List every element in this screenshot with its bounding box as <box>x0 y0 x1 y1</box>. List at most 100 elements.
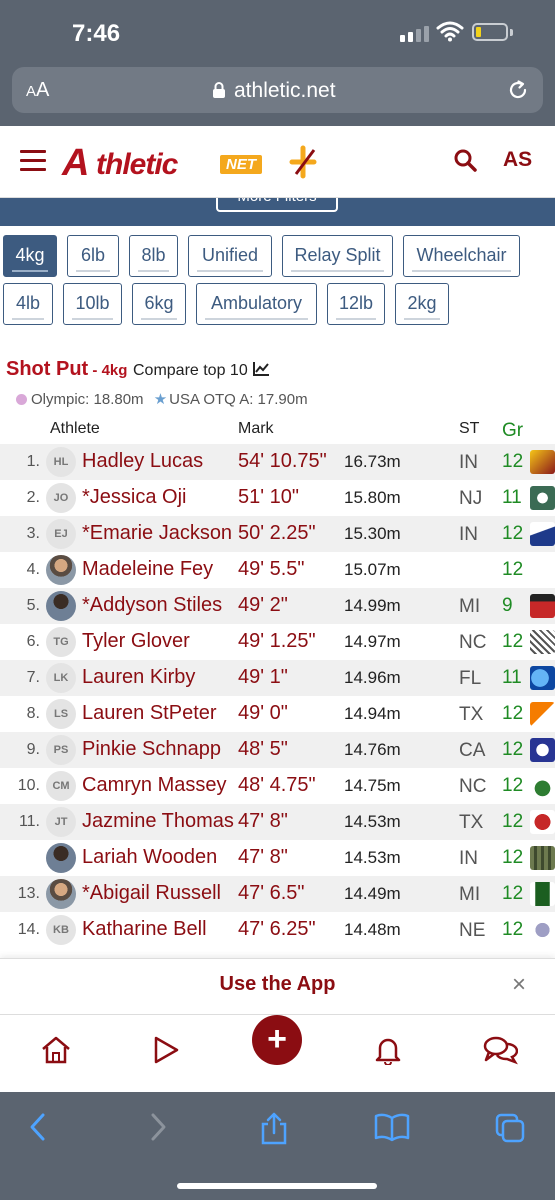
avatar[interactable]: LS <box>46 699 76 729</box>
tabs-icon[interactable] <box>494 1112 526 1144</box>
table-row[interactable]: 1. HL Hadley Lucas 54' 10.75" 16.73m IN … <box>0 444 555 480</box>
mark-link[interactable]: 49' 1.25" <box>238 630 316 653</box>
mark-link[interactable]: 49' 1" <box>238 666 288 689</box>
avatar[interactable]: CM <box>46 771 76 801</box>
mark-link[interactable]: 54' 10.75" <box>238 450 327 473</box>
back-arrow-icon[interactable] <box>28 1112 48 1142</box>
athlete-name-link[interactable]: Lariah Wooden <box>82 846 234 869</box>
school-logo-icon[interactable] <box>530 630 555 654</box>
athlete-name-link[interactable]: Tyler Glover <box>82 630 234 653</box>
filter-chip-10lb[interactable]: 10lb <box>63 283 122 325</box>
filter-chip-2kg[interactable]: 2kg <box>395 283 449 325</box>
athlete-name-link[interactable]: Madeleine Fey <box>82 558 234 581</box>
athlete-name-link[interactable]: Camryn Massey <box>82 774 234 797</box>
avatar[interactable]: EJ <box>46 519 76 549</box>
col-st[interactable]: ST <box>459 420 479 438</box>
reader-text-size-button[interactable]: AA <box>26 79 49 102</box>
forward-arrow-icon[interactable] <box>148 1112 168 1142</box>
mark-link[interactable]: 47' 8" <box>238 846 288 869</box>
filter-chip-6kg[interactable]: 6kg <box>132 283 186 325</box>
table-row[interactable]: 13. *Abigail Russell 47' 6.5" 14.49m MI … <box>0 876 555 912</box>
add-button[interactable]: + <box>252 1015 302 1065</box>
mark-link[interactable]: 49' 5.5" <box>238 558 305 581</box>
mark-link[interactable]: 49' 0" <box>238 702 288 725</box>
avatar[interactable]: JO <box>46 483 76 513</box>
athlete-name-link[interactable]: *Jessica Oji <box>82 486 234 509</box>
reload-icon[interactable] <box>507 79 529 101</box>
filter-chip-relay-split[interactable]: Relay Split <box>282 235 393 277</box>
athlete-name-link[interactable]: Lauren StPeter <box>82 702 234 725</box>
mark-link[interactable]: 47' 8" <box>238 810 288 833</box>
athlete-name-link[interactable]: *Emarie Jackson <box>82 522 234 545</box>
school-logo-icon[interactable] <box>530 594 555 618</box>
filter-chip-ambulatory[interactable]: Ambulatory <box>196 283 317 325</box>
school-logo-icon[interactable] <box>530 810 555 834</box>
school-logo-icon[interactable] <box>530 774 555 798</box>
school-logo-icon[interactable] <box>530 666 555 690</box>
account-button[interactable]: AS <box>503 148 532 172</box>
chat-icon[interactable] <box>482 1035 518 1065</box>
school-logo-icon[interactable] <box>530 486 555 510</box>
athlete-name-link[interactable]: Hadley Lucas <box>82 450 234 473</box>
table-row[interactable]: 2. JO *Jessica Oji 51' 10" 15.80m NJ 11 <box>0 480 555 516</box>
mark-link[interactable]: 47' 6.25" <box>238 918 316 941</box>
mark-link[interactable]: 48' 4.75" <box>238 774 316 797</box>
athlete-name-link[interactable]: *Abigail Russell <box>82 882 234 905</box>
athlete-name-link[interactable]: Lauren Kirby <box>82 666 234 689</box>
table-row[interactable]: 10. CM Camryn Massey 48' 4.75" 14.75m NC… <box>0 768 555 804</box>
more-filters-button[interactable]: More Filters <box>216 198 338 212</box>
compare-top-10-link[interactable]: Compare top 10 <box>133 362 270 379</box>
school-logo-icon[interactable] <box>530 882 555 906</box>
col-athlete[interactable]: Athlete <box>50 420 100 438</box>
table-row[interactable]: 14. KB Katharine Bell 47' 6.25" 14.48m N… <box>0 912 555 948</box>
address-bar[interactable]: AA athletic.net <box>12 67 543 113</box>
avatar[interactable] <box>46 555 76 585</box>
mark-link[interactable]: 47' 6.5" <box>238 882 305 905</box>
avatar[interactable]: KB <box>46 915 76 945</box>
table-row[interactable]: Lariah Wooden 47' 8" 14.53m IN 12 <box>0 840 555 876</box>
table-row[interactable]: 3. EJ *Emarie Jackson 50' 2.25" 15.30m I… <box>0 516 555 552</box>
avatar[interactable] <box>46 843 76 873</box>
table-row[interactable]: 5. *Addyson Stiles 49' 2" 14.99m MI 9 <box>0 588 555 624</box>
share-icon[interactable] <box>259 1112 289 1146</box>
close-icon[interactable]: × <box>512 971 526 999</box>
col-mark[interactable]: Mark <box>238 420 274 438</box>
avatar[interactable] <box>46 591 76 621</box>
use-the-app-banner[interactable]: Use the App × <box>0 958 555 1014</box>
school-logo-icon[interactable] <box>530 918 555 942</box>
athlete-name-link[interactable]: Jazmine Thomas <box>82 810 234 833</box>
search-icon[interactable] <box>453 148 477 172</box>
school-logo-icon[interactable] <box>530 702 555 726</box>
hamburger-menu-icon[interactable] <box>20 150 46 177</box>
filter-chip-unified[interactable]: Unified <box>188 235 272 277</box>
mark-link[interactable]: 51' 10" <box>238 486 299 509</box>
avatar[interactable]: LK <box>46 663 76 693</box>
filter-chip-12lb[interactable]: 12lb <box>327 283 385 325</box>
bookmarks-icon[interactable] <box>374 1112 410 1142</box>
filter-chip-4kg[interactable]: 4kg <box>3 235 57 277</box>
avatar[interactable]: TG <box>46 627 76 657</box>
filter-chip-wheelchair[interactable]: Wheelchair <box>403 235 520 277</box>
athlete-name-link[interactable]: Katharine Bell <box>82 918 234 941</box>
use-the-app-link[interactable]: Use the App <box>0 973 555 996</box>
table-row[interactable]: 8. LS Lauren StPeter 49' 0" 14.94m TX 12 <box>0 696 555 732</box>
mark-link[interactable]: 48' 5" <box>238 738 288 761</box>
mark-link[interactable]: 49' 2" <box>238 594 288 617</box>
table-row[interactable]: 11. JT Jazmine Thomas 47' 8" 14.53m TX 1… <box>0 804 555 840</box>
avatar[interactable]: PS <box>46 735 76 765</box>
table-row[interactable]: 6. TG Tyler Glover 49' 1.25" 14.97m NC 1… <box>0 624 555 660</box>
home-icon[interactable] <box>40 1035 72 1065</box>
mark-link[interactable]: 50' 2.25" <box>238 522 316 545</box>
bell-icon[interactable] <box>374 1035 402 1065</box>
athlete-name-link[interactable]: Pinkie Schnapp <box>82 738 234 761</box>
school-logo-icon[interactable] <box>530 846 555 870</box>
filter-chip-6lb[interactable]: 6lb <box>67 235 119 277</box>
school-logo-icon[interactable] <box>530 738 555 762</box>
table-row[interactable]: 7. LK Lauren Kirby 49' 1" 14.96m FL 11 <box>0 660 555 696</box>
col-gr[interactable]: Gr <box>502 420 523 442</box>
avatar[interactable] <box>46 879 76 909</box>
home-indicator[interactable] <box>177 1183 377 1189</box>
table-row[interactable]: 9. PS Pinkie Schnapp 48' 5" 14.76m CA 12 <box>0 732 555 768</box>
avatar[interactable]: JT <box>46 807 76 837</box>
avatar[interactable]: HL <box>46 447 76 477</box>
